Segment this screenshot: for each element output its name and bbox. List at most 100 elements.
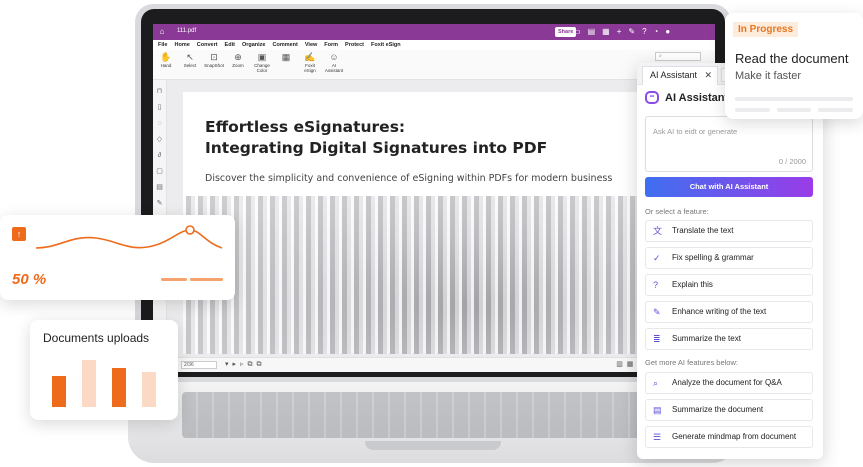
menu-protect[interactable]: Protect <box>345 40 364 50</box>
robot-icon: •• <box>645 91 659 104</box>
bell-icon[interactable]: ◔ <box>654 26 659 38</box>
progress-chart-card: ↑ 50 % <box>0 215 235 300</box>
close-icon[interactable]: ✕ <box>704 67 712 84</box>
foxit-esign-button[interactable]: ✍ Foxit eSign <box>301 50 319 79</box>
avatar[interactable]: ● <box>665 26 670 38</box>
arrow-up-icon: ↑ <box>12 227 26 241</box>
char-counter: 0 / 2000 <box>778 157 806 166</box>
doc-subtitle: Discover the simplicity and convenience … <box>205 173 613 184</box>
document-icon: ▤ <box>653 405 662 415</box>
color-icon: ▣ <box>257 52 267 62</box>
ribbon-toolbar: ✋ Hand ↖ Select ⊡ SnapShot ⊕ Zoom ▣ Change Co… <box>153 50 715 80</box>
status-badge: In Progress <box>733 22 799 37</box>
progress-card-subtitle: Make it faster <box>735 70 802 82</box>
ai-assistant-button[interactable]: ☺ AI Assistant <box>325 50 343 79</box>
feature-label: Fix spelling & grammar <box>672 253 754 262</box>
select-button[interactable]: ↖ Select <box>181 50 199 79</box>
laptop-notch <box>365 441 501 450</box>
print-icon[interactable]: ▤ <box>588 26 596 38</box>
feature-summarize-document[interactable]: ▤ Summarize the document <box>645 399 813 421</box>
change-color-button[interactable]: ▣ Change Color <box>253 50 271 79</box>
feature-enhance-writing[interactable]: ✎ Enhance writing of the text <box>645 301 813 323</box>
translate-icon: 文 <box>653 226 663 236</box>
help-icon[interactable]: ? <box>642 26 646 38</box>
more-features-label: Get more AI features below: <box>645 358 738 367</box>
layout-button[interactable]: ▦ <box>277 50 295 79</box>
add-icon[interactable]: + <box>617 26 622 38</box>
page-number-field[interactable]: 2/36 <box>181 361 217 369</box>
layout-icon: ▦ <box>281 52 291 62</box>
snapshot-icon: ⊡ <box>210 52 218 62</box>
upload-bar <box>82 360 96 407</box>
document-area: Effortless eSignatures: Integrating Digi… <box>167 80 715 372</box>
menu-foxit-esign[interactable]: Foxit eSign <box>371 40 401 50</box>
chat-with-ai-button[interactable]: Chat with AI Assistant <box>645 177 813 197</box>
title-bar: ⌂ 111.pdf Share ▭ ▤ ▦ + ✎ ? ◔ ● <box>153 24 715 40</box>
window-icon[interactable]: ▭ <box>573 26 581 38</box>
documents-uploads-card: Documents uploads <box>30 320 178 420</box>
menu-comment[interactable]: Comment <box>272 40 297 50</box>
zoom-button[interactable]: ⊕ Zoom <box>229 50 247 79</box>
ai-assistant-tab[interactable]: AI Assistant ✕ <box>642 66 718 85</box>
feature-analyze-document[interactable]: ⌕ Analyze the document for Q&A <box>645 372 813 394</box>
esign-label: Foxit eSign <box>304 63 316 73</box>
menu-view[interactable]: View <box>305 40 317 50</box>
pen-icon: ✎ <box>653 307 661 317</box>
feature-label: Explain this <box>672 280 713 289</box>
menu-organize[interactable]: Organize <box>242 40 266 50</box>
home-icon[interactable]: ⌂ <box>157 27 167 37</box>
hand-label: Hand <box>160 63 172 68</box>
feature-explain[interactable]: ? Explain this <box>645 274 813 296</box>
uploads-bar-chart <box>52 360 156 407</box>
mindmap-icon: ☰ <box>653 432 662 442</box>
doc-title: Effortless eSignatures: Integrating Digi… <box>205 117 547 159</box>
zoom-icon: ⊕ <box>234 52 242 62</box>
menu-convert[interactable]: Convert <box>197 40 218 50</box>
status-bar: 2/36 ▾▸▹⧉⧉ ▥▦▤▢▣⊖⊕ <box>167 357 715 372</box>
page-icon[interactable]: ▯ <box>153 104 166 112</box>
attachment-icon[interactable]: ∂ <box>153 152 166 160</box>
page-navigation[interactable]: ▾▸▹⧉⧉ <box>225 360 266 369</box>
ai-prompt-placeholder: Ask AI to eidt or generate <box>653 127 738 136</box>
title-icons: ▭ ▤ ▦ + ✎ ? ◔ ● <box>573 26 670 38</box>
legend-dash <box>190 278 223 281</box>
fields-icon[interactable]: ▤ <box>153 184 166 192</box>
cursor-icon: ↖ <box>186 52 194 62</box>
comment-icon[interactable]: ◌ <box>153 120 166 128</box>
snapshot-label: SnapShot <box>204 63 224 68</box>
signature-icon[interactable]: ✎ <box>153 200 166 208</box>
feature-label: Translate the text <box>672 226 734 235</box>
select-label: Select <box>183 63 197 68</box>
file-name: 111.pdf <box>177 28 197 34</box>
ai-assistant-panel: AI Assistant ✕ •• AI Assistant Ask AI to… <box>637 63 823 459</box>
layout-icon[interactable]: ▦ <box>602 26 610 38</box>
tools-icon[interactable]: ✎ <box>628 26 635 38</box>
abstract-photo <box>183 196 703 354</box>
ai-icon: ☺ <box>329 52 339 62</box>
menu-edit[interactable]: Edit <box>225 40 235 50</box>
hand-button[interactable]: ✋ Hand <box>157 50 175 79</box>
laptop-keyboard <box>182 392 682 438</box>
upload-bar <box>52 376 66 407</box>
hero-illustration: ⌂ 111.pdf Share ▭ ▤ ▦ + ✎ ? ◔ ● File Hom… <box>0 0 863 467</box>
feature-translate[interactable]: 文 Translate the text <box>645 220 813 242</box>
feature-summarize-text[interactable]: ≣ Summarize the text <box>645 328 813 350</box>
snapshot-button[interactable]: ⊡ SnapShot <box>204 50 224 79</box>
menu-file[interactable]: File <box>158 40 167 50</box>
summary-icon: ≣ <box>653 334 661 344</box>
ai-prompt-input[interactable]: Ask AI to eidt or generate 0 / 2000 <box>645 116 813 172</box>
lock-icon[interactable]: ▢ <box>153 168 166 176</box>
placeholder-line <box>735 97 853 101</box>
menu-form[interactable]: Form <box>324 40 338 50</box>
hand-icon: ✋ <box>160 52 172 62</box>
bookmark-icon[interactable]: ⊓ <box>153 88 166 96</box>
change-color-label: Change Color <box>254 63 270 73</box>
progress-curve <box>35 229 223 249</box>
search-input[interactable]: ⌕ <box>655 52 701 61</box>
menu-home[interactable]: Home <box>174 40 189 50</box>
feature-fix-spelling[interactable]: ✓ Fix spelling & grammar <box>645 247 813 269</box>
select-feature-label: Or select a feature: <box>645 207 709 216</box>
esign-icon: ✍ <box>304 52 316 62</box>
feature-generate-mindmap[interactable]: ☰ Generate mindmap from document <box>645 426 813 448</box>
layers-icon[interactable]: ◇ <box>153 136 166 144</box>
